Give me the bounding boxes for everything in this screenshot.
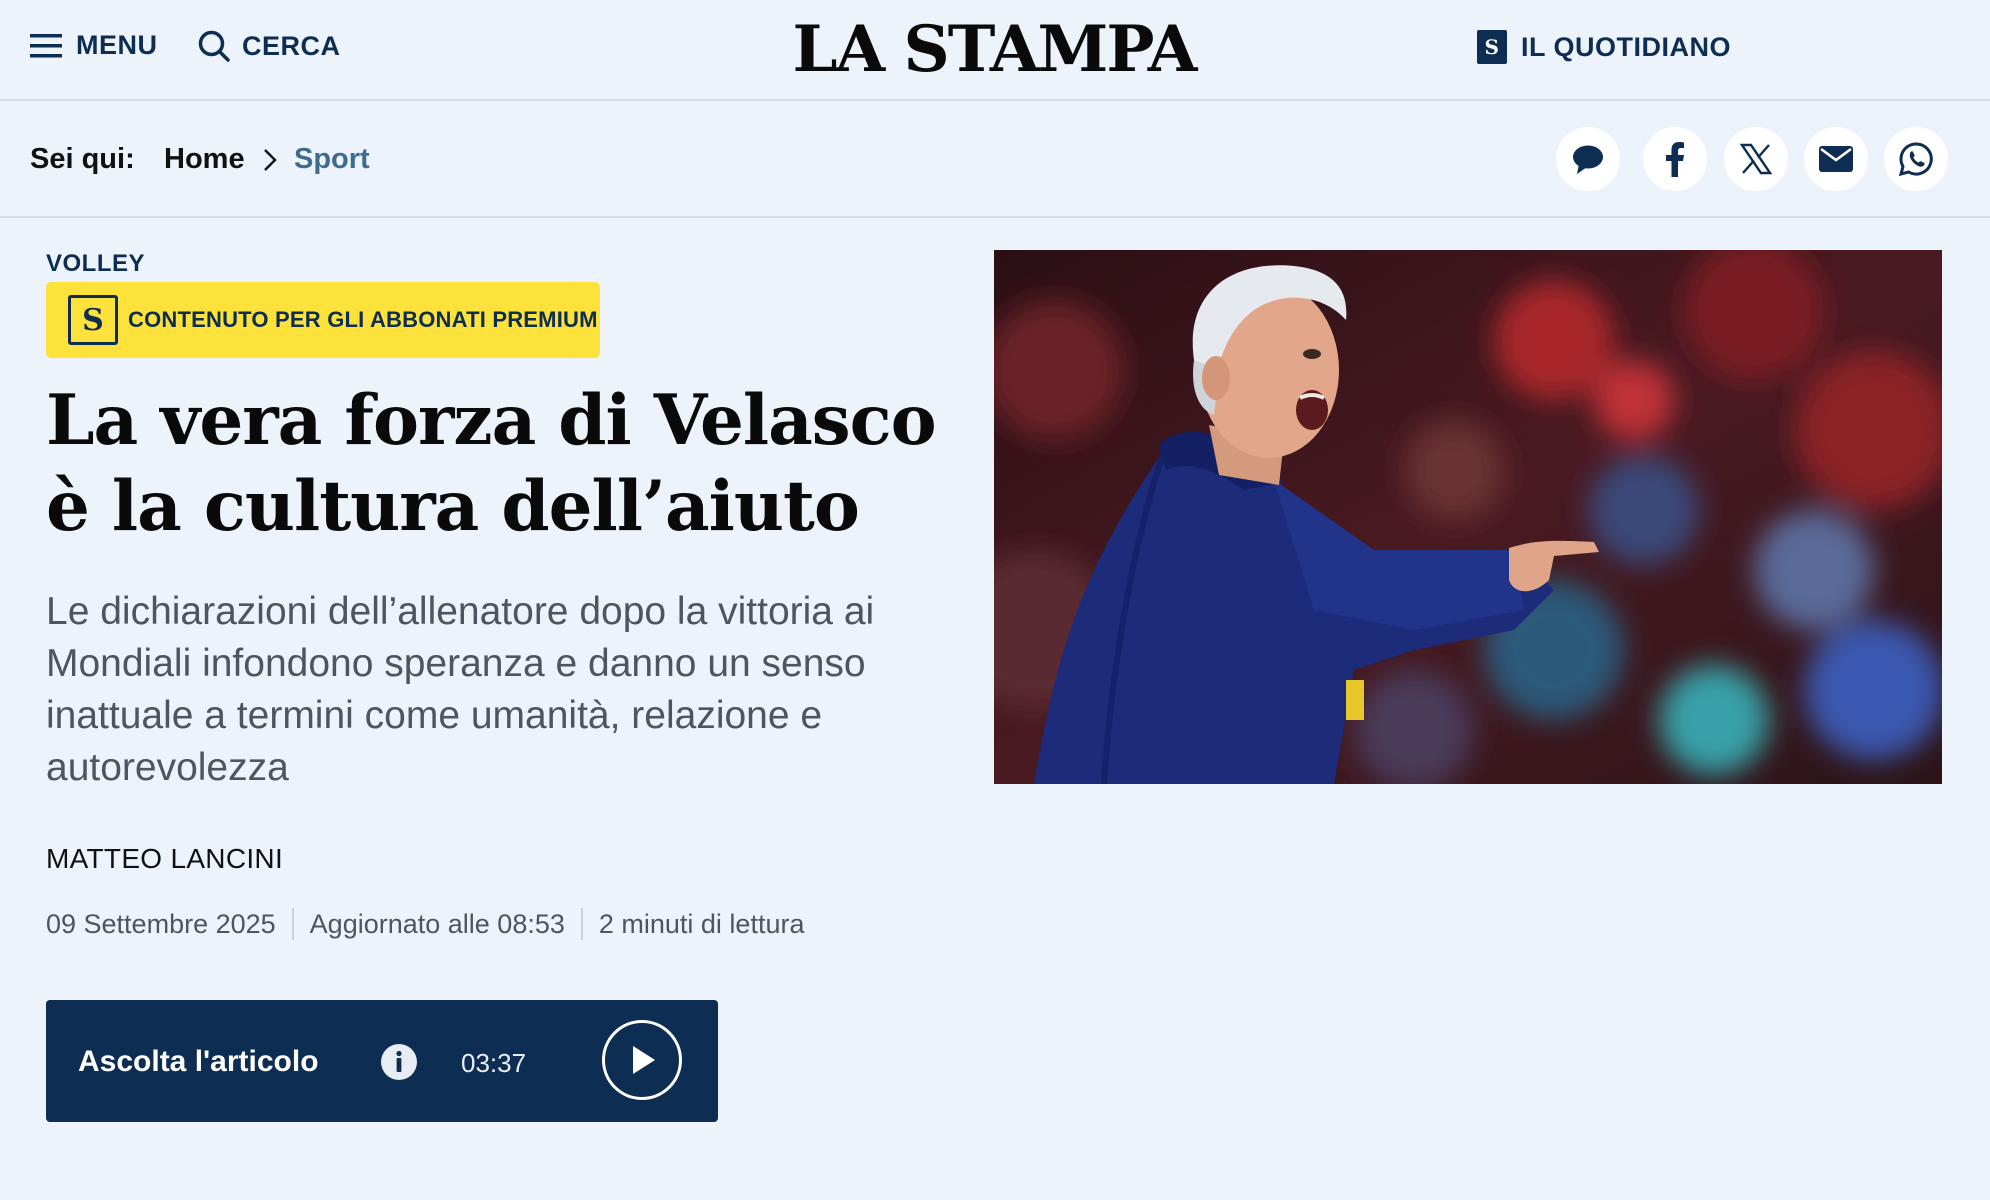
x-icon <box>1740 143 1772 175</box>
search-icon <box>198 30 230 62</box>
meta-divider <box>580 908 583 940</box>
menu-button[interactable]: MENU <box>30 30 158 61</box>
search-label: CERCA <box>242 30 341 61</box>
publish-date: 09 Settembre 2025 <box>46 908 276 939</box>
email-icon <box>1819 146 1853 172</box>
article-author[interactable]: MATTEO LANCINI <box>46 843 283 875</box>
updated-time: Aggiornato alle 08:53 <box>309 908 565 939</box>
article-headline: La vera forza di Velasco è la cultura de… <box>46 380 937 547</box>
site-header: MENU CERCA LA STAMPA S IL QUOTIDIANO <box>0 0 1990 101</box>
reading-time: 2 minuti di lettura <box>598 908 805 939</box>
whatsapp-share-button[interactable] <box>1884 127 1948 191</box>
premium-s-icon: S <box>68 295 118 345</box>
breadcrumb-lead: Sei qui: <box>30 143 135 175</box>
audio-player: Ascolta l'articolo 03:37 <box>46 1000 718 1122</box>
menu-label: MENU <box>76 30 158 60</box>
email-share-button[interactable] <box>1804 127 1868 191</box>
comment-icon <box>1573 145 1603 174</box>
premium-badge: S CONTENUTO PER GLI ABBONATI PREMIUM <box>46 282 600 358</box>
breadcrumb: Sei qui: Home Sport <box>0 101 1990 218</box>
hamburger-icon <box>30 33 62 57</box>
facebook-icon <box>1666 142 1684 177</box>
article-photo[interactable] <box>994 250 1942 784</box>
site-logo[interactable]: LA STAMPA <box>776 12 1212 87</box>
article-kicker[interactable]: VOLLEY <box>46 250 145 278</box>
coach-photo-illustration <box>994 250 1942 784</box>
breadcrumb-home[interactable]: Home <box>164 143 245 176</box>
comment-button[interactable] <box>1556 127 1620 191</box>
search-button[interactable]: CERCA <box>198 30 341 62</box>
premium-label: CONTENUTO PER GLI ABBONATI PREMIUM <box>128 307 598 332</box>
meta-divider <box>291 908 294 940</box>
whatsapp-icon <box>1898 142 1933 177</box>
quotidiano-icon: S <box>1477 30 1507 64</box>
quotidiano-button[interactable]: S IL QUOTIDIANO <box>1477 30 1731 64</box>
article-meta: 09 Settembre 2025 Aggiornato alle 08:53 … <box>46 908 804 940</box>
chevron-right-icon <box>264 149 277 171</box>
article-summary: Le dichiarazioni dell’allenatore dopo la… <box>46 590 875 789</box>
player-label: Ascolta l'articolo <box>78 1045 319 1078</box>
facebook-share-button[interactable] <box>1643 127 1707 191</box>
play-button[interactable] <box>602 1020 682 1100</box>
breadcrumb-sport[interactable]: Sport <box>294 143 370 176</box>
play-icon <box>633 1046 655 1074</box>
quotidiano-label: IL QUOTIDIANO <box>1521 31 1732 62</box>
x-share-button[interactable] <box>1724 127 1788 191</box>
info-icon[interactable] <box>380 1043 418 1081</box>
player-duration: 03:37 <box>461 1048 527 1078</box>
